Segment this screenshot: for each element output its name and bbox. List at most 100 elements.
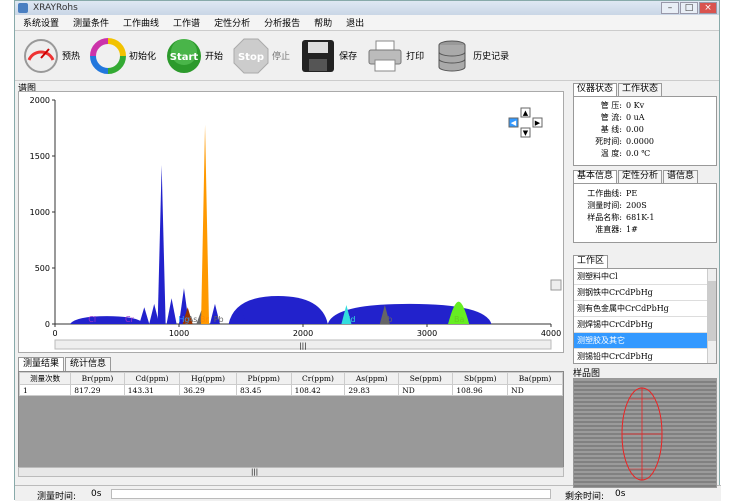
chart-peaks: [93, 124, 390, 324]
save-button[interactable]: 保存: [300, 38, 357, 74]
spectrum-peak: [157, 164, 166, 324]
workarea-item[interactable]: 测焊锡中CrCdPbHg: [574, 317, 716, 333]
results-header-cell[interactable]: 测量次数: [19, 372, 72, 385]
close-button[interactable]: ×: [699, 2, 717, 14]
info-value: 0 Kv: [626, 101, 645, 110]
info-value: 681K-1: [626, 213, 655, 222]
start-icon: Start: [167, 38, 202, 73]
table-cell: 1: [19, 384, 72, 396]
results-header-cell[interactable]: Ba(ppm): [507, 372, 563, 385]
instrument-tabs: 仪器状态 工作状态: [573, 83, 717, 96]
results-header-cell[interactable]: Hg(ppm): [179, 372, 237, 385]
menu-spectrum[interactable]: 工作谱: [173, 16, 200, 29]
workarea-scrollbar[interactable]: [707, 269, 716, 363]
tab-results[interactable]: 测量结果: [18, 357, 65, 371]
spectrum-peak: [139, 307, 150, 324]
history-button[interactable]: 历史记录: [434, 38, 509, 74]
start-button[interactable]: Start 开始: [166, 38, 223, 74]
print-button[interactable]: 打印: [367, 38, 424, 74]
info-value: 0 uA: [626, 113, 645, 122]
spectrum-chart-panel: 0 1000 2000 3000 4000 0 500 1000 1500 2000 Cl Cr Hg…: [18, 91, 564, 353]
results-header-row: 测量次数 Br(ppm) Cd(ppm) Hg(ppm) Pb(ppm) Cr(ppm) A…: [19, 372, 563, 385]
workarea-item[interactable]: 测塑料中Cl: [574, 269, 716, 285]
remaining-time-label: 剩余时间:: [565, 492, 605, 502]
results-header-cell[interactable]: Pb(ppm): [235, 372, 292, 385]
x-tick-label: 1000: [169, 329, 189, 338]
workarea-item[interactable]: 测钢铁中CrCdPbHg: [574, 285, 716, 301]
toolbar: 预热 初始化 Start 开始 Stop 停止 保存 打印 历史记录: [15, 31, 719, 81]
element-marker-label: Sb: [382, 315, 392, 324]
menu-qualitative[interactable]: 定性分析: [214, 16, 250, 29]
results-header-cell[interactable]: As(ppm): [344, 372, 400, 385]
instrument-status-panel: 管 压: 0 Kv 管 流: 0 uA 基 线: 0.00 死时间: 0.0000 温 度: 0.…: [573, 96, 717, 166]
table-row[interactable]: 1 817.29 143.31 36.29 83.45 108.42 29.83 ND 108.…: [19, 384, 563, 396]
stop-button[interactable]: Stop 停止: [233, 38, 290, 74]
element-marker-label: Ba: [454, 315, 464, 324]
workarea-item[interactable]: 测锡铅中CrCdPbHg: [574, 349, 716, 363]
minimize-button[interactable]: –: [661, 2, 679, 14]
workarea-scroll-thumb[interactable]: [708, 281, 716, 341]
table-cell: 36.29: [179, 384, 237, 396]
chart-right-icon: ▶: [535, 119, 541, 127]
info-value: 0.0000: [626, 137, 654, 146]
info-row: 测量时间: 200S: [574, 200, 716, 212]
tab-work-status[interactable]: 工作状态: [618, 83, 663, 96]
tab-statistics[interactable]: 统计信息: [65, 357, 112, 371]
start-icon-text: Start: [170, 52, 199, 63]
y-tick-label: 0: [45, 320, 50, 329]
results-header-cell[interactable]: Cd(ppm): [123, 372, 181, 385]
table-cell: 817.29: [70, 384, 125, 396]
init-button[interactable]: 初始化: [90, 37, 157, 74]
info-key: 基 线:: [600, 125, 622, 134]
maximize-button[interactable]: □: [680, 2, 698, 14]
menu-help[interactable]: 帮助: [314, 16, 332, 29]
tab-basic-info[interactable]: 基本信息: [573, 170, 618, 183]
preheat-button[interactable]: 预热: [23, 38, 80, 74]
tab-qualitative[interactable]: 定性分析: [618, 170, 663, 183]
spectrum-chart: 0 1000 2000 3000 40000500100015002000 Cl Cr Hg…: [30, 96, 562, 350]
info-key: 样品名称:: [587, 213, 622, 222]
info-row: 样品名称: 681K-1: [574, 212, 716, 224]
table-cell: 108.96: [452, 384, 509, 396]
measure-time-label: 测量时间:: [37, 492, 77, 502]
x-tick-label: 0: [52, 329, 57, 338]
results-hscroll[interactable]: |||: [18, 467, 564, 477]
workarea-item[interactable]: 测塑胶及其它: [574, 333, 716, 349]
info-row: 准直器: 1#: [574, 224, 716, 236]
measure-time-value: 0s: [91, 489, 102, 499]
results-hscroll-grip: |||: [251, 468, 259, 476]
table-cell: 108.42: [290, 384, 346, 396]
x-tick-label: 3000: [417, 329, 437, 338]
tab-instrument-status[interactable]: 仪器状态: [573, 83, 618, 96]
menu-exit[interactable]: 退出: [346, 16, 364, 29]
info-value: 200S: [626, 201, 647, 210]
sample-image: [573, 378, 717, 488]
results-header-cell[interactable]: Sb(ppm): [452, 372, 509, 385]
info-row: 管 流: 0 uA: [574, 112, 716, 124]
element-marker-label: Pb: [214, 315, 224, 324]
info-row: 温 度: 0.0 ℃: [574, 148, 716, 160]
workarea-item[interactable]: 测有色金属中CrCdPbHg: [574, 301, 716, 317]
tab-spectrum-info[interactable]: 谱信息: [663, 170, 699, 183]
basic-info-panel: 工作曲线: PE 测量时间: 200S 样品名称: 681K-1 准直器: 1#: [573, 183, 717, 243]
spectrum-peak: [149, 303, 160, 324]
menu-curve[interactable]: 工作曲线: [123, 16, 159, 29]
start-label: 开始: [205, 52, 224, 62]
results-table: 测量次数 Br(ppm) Cd(ppm) Hg(ppm) Pb(ppm) Cr(ppm) A…: [19, 372, 563, 396]
results-header-cell[interactable]: Cr(ppm): [290, 372, 346, 385]
chart-vscroll-thumb[interactable]: [550, 279, 562, 291]
progress-bar: [111, 489, 551, 499]
results-header-cell[interactable]: Br(ppm): [70, 372, 125, 385]
info-key: 工作曲线:: [587, 189, 622, 198]
workarea-list: 测塑料中Cl 测钢铁中CrCdPbHg 测有色金属中CrCdPbHg 测焊锡中CrCd…: [573, 268, 717, 364]
database-icon: [438, 40, 466, 71]
results-tabs: 测量结果 统计信息: [18, 357, 564, 371]
results-header-cell[interactable]: Se(ppm): [398, 372, 454, 385]
menu-report[interactable]: 分析报告: [264, 16, 300, 29]
tab-workarea[interactable]: 工作区: [573, 255, 609, 268]
menu-system[interactable]: 系统设置: [23, 16, 59, 29]
stop-icon: Stop: [233, 38, 269, 73]
menu-conditions[interactable]: 测量条件: [73, 16, 109, 29]
app-window: XRAYRohs – □ × 系统设置 测量条件 工作曲线 工作谱 定性分析 分…: [14, 0, 721, 502]
init-label: 初始化: [129, 52, 157, 62]
